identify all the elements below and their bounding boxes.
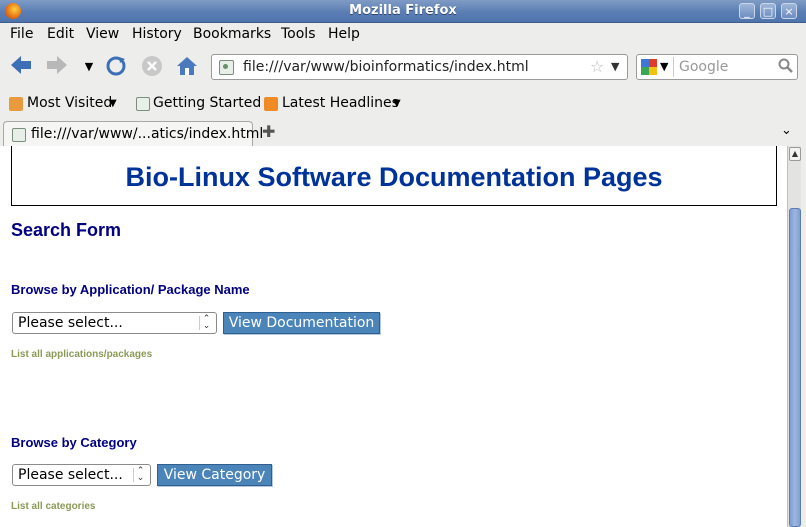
bookmark-most-visited[interactable]: Most Visited bbox=[27, 95, 112, 111]
page-content: Bio-Linux Software Documentation Pages S… bbox=[0, 146, 787, 527]
tab-current[interactable]: file:///var/www/...atics/index.html bbox=[3, 121, 263, 147]
menu-bar: File Edit View History Bookmarks Tools H… bbox=[0, 23, 806, 45]
getting-started-icon bbox=[136, 97, 150, 111]
category-select-value: Please select... bbox=[18, 467, 123, 483]
menu-edit[interactable]: Edit bbox=[47, 26, 74, 42]
reload-icon[interactable] bbox=[104, 55, 128, 79]
latest-headlines-chevron-icon[interactable]: ▼ bbox=[393, 98, 401, 109]
tab-favicon-icon bbox=[12, 128, 26, 142]
new-tab-icon[interactable]: ✚ bbox=[262, 122, 275, 141]
select-arrows-icon: ⌃ ⌄ bbox=[199, 315, 213, 331]
window-titlebar: Mozilla Firefox _ □ × bbox=[0, 0, 806, 23]
search-separator bbox=[673, 57, 674, 77]
browse-by-category-heading: Browse by Category bbox=[11, 435, 137, 450]
bookmarks-toolbar: Most Visited ▼ Getting Started Latest He… bbox=[0, 89, 806, 115]
browse-by-application-heading: Browse by Application/ Package Name bbox=[11, 282, 250, 297]
search-engine-dropdown-icon[interactable]: ▼ bbox=[660, 60, 668, 73]
vertical-scrollbar[interactable]: ▲ bbox=[787, 146, 802, 527]
url-text[interactable]: file:///var/www/bioinformatics/index.htm… bbox=[243, 59, 529, 75]
list-all-applications-link[interactable]: List all applications/packages bbox=[11, 349, 152, 360]
stop-icon[interactable] bbox=[140, 55, 164, 79]
search-icon[interactable] bbox=[778, 58, 794, 78]
most-visited-chevron-icon[interactable]: ▼ bbox=[109, 98, 117, 109]
scroll-up-arrow-icon[interactable]: ▲ bbox=[789, 147, 801, 161]
window-frame-edge bbox=[801, 146, 806, 527]
back-icon[interactable] bbox=[9, 55, 33, 79]
menu-file[interactable]: File bbox=[10, 26, 33, 42]
google-engine-icon[interactable] bbox=[641, 59, 657, 75]
category-select[interactable]: Please select... ⌃ ⌄ bbox=[12, 464, 151, 486]
maximize-button[interactable]: □ bbox=[760, 3, 776, 19]
history-dropdown-icon[interactable]: ▼ bbox=[77, 55, 101, 79]
search-form-heading: Search Form bbox=[11, 220, 122, 240]
minimize-button[interactable]: _ bbox=[739, 3, 755, 19]
menu-bookmarks[interactable]: Bookmarks bbox=[193, 26, 271, 42]
view-documentation-button[interactable]: View Documentation bbox=[223, 312, 380, 334]
home-icon[interactable] bbox=[175, 55, 199, 79]
window-title: Mozilla Firefox bbox=[349, 3, 457, 18]
rss-feed-icon bbox=[264, 97, 278, 111]
most-visited-icon bbox=[9, 97, 23, 111]
application-select-value: Please select... bbox=[18, 315, 123, 331]
tab-strip: file:///var/www/...atics/index.html ✚ ⌄ bbox=[0, 118, 806, 147]
bookmark-latest-headlines[interactable]: Latest Headlines bbox=[282, 95, 399, 111]
search-bar[interactable]: ▼ Google bbox=[636, 54, 798, 80]
menu-help[interactable]: Help bbox=[328, 26, 360, 42]
bookmark-star-icon[interactable]: ☆ bbox=[590, 57, 604, 76]
site-identity-icon[interactable] bbox=[219, 60, 234, 75]
select-arrows-icon: ⌃ ⌄ bbox=[133, 467, 147, 483]
forward-icon[interactable] bbox=[45, 55, 69, 79]
tab-label[interactable]: file:///var/www/...atics/index.html bbox=[31, 126, 263, 142]
search-input[interactable]: Google bbox=[679, 59, 728, 75]
list-all-categories-link[interactable]: List all categories bbox=[11, 501, 95, 512]
url-history-dropdown-icon[interactable]: ▼ bbox=[611, 60, 619, 73]
menu-view[interactable]: View bbox=[86, 26, 119, 42]
page-banner: Bio-Linux Software Documentation Pages bbox=[11, 146, 777, 206]
view-category-button[interactable]: View Category bbox=[157, 464, 272, 486]
menu-history[interactable]: History bbox=[132, 26, 182, 42]
application-select[interactable]: Please select... ⌃ ⌄ bbox=[12, 312, 217, 334]
scrollbar-thumb[interactable] bbox=[789, 208, 801, 527]
tab-list-chevron-icon[interactable]: ⌄ bbox=[781, 123, 792, 138]
menu-tools[interactable]: Tools bbox=[281, 26, 316, 42]
close-window-button[interactable]: × bbox=[781, 3, 797, 19]
address-bar[interactable]: file:///var/www/bioinformatics/index.htm… bbox=[211, 54, 628, 80]
page-title: Bio-Linux Software Documentation Pages bbox=[125, 162, 663, 192]
bookmark-getting-started[interactable]: Getting Started bbox=[153, 95, 261, 111]
